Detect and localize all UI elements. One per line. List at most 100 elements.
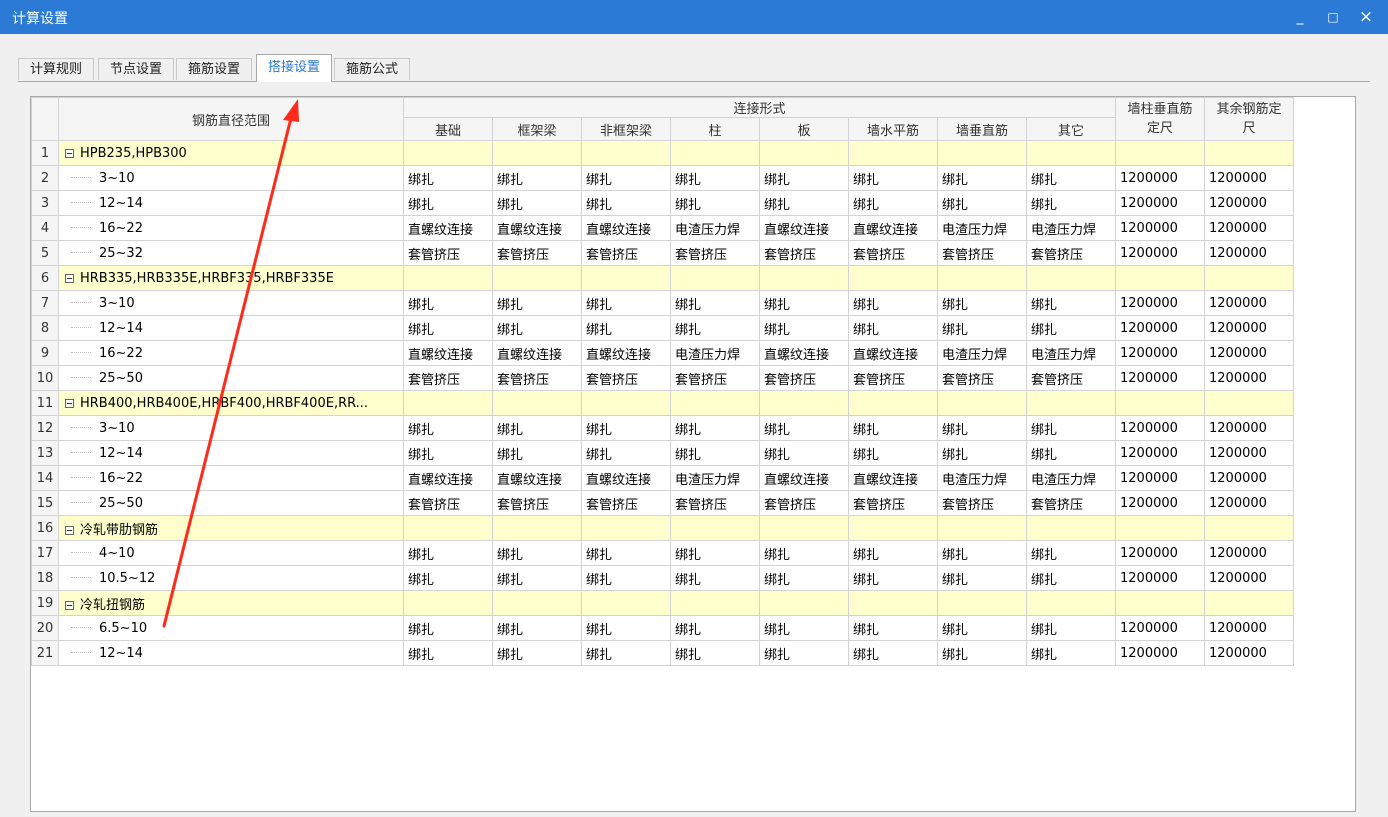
connection-cell[interactable] [1026, 140, 1116, 166]
connection-cell[interactable]: 绑扎 [492, 440, 582, 466]
length-cell[interactable]: 1200000 [1204, 490, 1294, 516]
length-cell[interactable]: 1200000 [1115, 240, 1205, 266]
connection-cell[interactable]: 套管挤压 [492, 240, 582, 266]
length-cell[interactable] [1115, 390, 1205, 416]
length-cell[interactable]: 1200000 [1115, 315, 1205, 341]
connection-cell[interactable]: 电渣压力焊 [670, 465, 760, 491]
connection-cell[interactable]: 直螺纹连接 [848, 465, 938, 491]
connection-cell[interactable]: 绑扎 [670, 540, 760, 566]
connection-cell[interactable]: 直螺纹连接 [403, 215, 493, 241]
connection-cell[interactable] [1026, 590, 1116, 616]
connection-cell[interactable]: 绑扎 [492, 415, 582, 441]
connection-cell[interactable] [759, 515, 849, 541]
length-cell[interactable]: 1200000 [1204, 165, 1294, 191]
collapse-icon[interactable] [65, 525, 74, 535]
connection-cell[interactable]: 绑扎 [1026, 290, 1116, 316]
connection-cell[interactable]: 绑扎 [759, 565, 849, 591]
collapse-icon[interactable] [65, 398, 74, 408]
row-label-cell[interactable]: 12~14 [58, 440, 404, 466]
connection-cell[interactable]: 套管挤压 [848, 490, 938, 516]
row-label-cell[interactable]: 3~10 [58, 290, 404, 316]
row-label-cell[interactable]: 12~14 [58, 315, 404, 341]
connection-cell[interactable]: 电渣压力焊 [937, 215, 1027, 241]
connection-cell[interactable]: 直螺纹连接 [492, 465, 582, 491]
connection-cell[interactable]: 绑扎 [403, 540, 493, 566]
connection-cell[interactable]: 直螺纹连接 [581, 465, 671, 491]
connection-cell[interactable]: 电渣压力焊 [670, 215, 760, 241]
connection-cell[interactable] [492, 140, 582, 166]
connection-cell[interactable]: 绑扎 [848, 540, 938, 566]
connection-cell[interactable]: 绑扎 [492, 190, 582, 216]
connection-cell[interactable]: 绑扎 [848, 315, 938, 341]
connection-cell[interactable] [670, 140, 760, 166]
connection-cell[interactable] [581, 140, 671, 166]
length-cell[interactable] [1204, 590, 1294, 616]
table-row[interactable]: 21 12~14 绑扎 绑扎 绑扎 绑扎 绑扎 绑扎 绑扎 绑扎 1200000 1200000 [31, 640, 1294, 666]
connection-cell[interactable] [581, 265, 671, 291]
length-cell[interactable]: 1200000 [1204, 340, 1294, 366]
connection-cell[interactable]: 套管挤压 [581, 240, 671, 266]
connection-cell[interactable]: 绑扎 [492, 615, 582, 641]
table-row[interactable]: 13 12~14 绑扎 绑扎 绑扎 绑扎 绑扎 绑扎 绑扎 绑扎 1200000 1200000 [31, 440, 1294, 466]
row-label-cell[interactable]: HPB235,HPB300 [58, 140, 404, 166]
connection-cell[interactable]: 绑扎 [1026, 540, 1116, 566]
connection-cell[interactable]: 绑扎 [848, 190, 938, 216]
connection-cell[interactable] [403, 140, 493, 166]
length-cell[interactable]: 1200000 [1115, 190, 1205, 216]
row-label-cell[interactable]: 16~22 [58, 215, 404, 241]
connection-cell[interactable] [937, 390, 1027, 416]
group-row[interactable]: 6 HRB335,HRB335E,HRBF335,HRBF335E [31, 265, 1294, 291]
connection-cell[interactable]: 绑扎 [670, 615, 760, 641]
connection-cell[interactable]: 绑扎 [581, 415, 671, 441]
length-cell[interactable] [1115, 265, 1205, 291]
connection-cell[interactable] [937, 140, 1027, 166]
connection-cell[interactable]: 绑扎 [492, 540, 582, 566]
connection-cell[interactable] [848, 590, 938, 616]
length-cell[interactable]: 1200000 [1115, 440, 1205, 466]
connection-cell[interactable]: 绑扎 [403, 290, 493, 316]
length-cell[interactable] [1204, 140, 1294, 166]
connection-cell[interactable]: 电渣压力焊 [937, 340, 1027, 366]
length-cell[interactable]: 1200000 [1115, 565, 1205, 591]
row-label-cell[interactable]: 16~22 [58, 340, 404, 366]
connection-cell[interactable]: 绑扎 [848, 165, 938, 191]
connection-cell[interactable]: 电渣压力焊 [670, 340, 760, 366]
connection-cell[interactable]: 绑扎 [937, 615, 1027, 641]
connection-cell[interactable]: 绑扎 [759, 165, 849, 191]
length-cell[interactable]: 1200000 [1204, 615, 1294, 641]
connection-cell[interactable] [848, 515, 938, 541]
table-row[interactable]: 15 25~50 套管挤压 套管挤压 套管挤压 套管挤压 套管挤压 套管挤压 套管挤压 套管挤压 1… [31, 490, 1294, 516]
length-cell[interactable]: 1200000 [1204, 290, 1294, 316]
connection-cell[interactable]: 电渣压力焊 [1026, 465, 1116, 491]
connection-cell[interactable]: 电渣压力焊 [937, 465, 1027, 491]
row-label-cell[interactable]: HRB400,HRB400E,HRBF400,HRBF400E,RR... [58, 390, 404, 416]
connection-cell[interactable] [759, 140, 849, 166]
connection-cell[interactable]: 直螺纹连接 [581, 340, 671, 366]
connection-cell[interactable] [759, 265, 849, 291]
connection-cell[interactable]: 套管挤压 [403, 365, 493, 391]
connection-cell[interactable] [492, 590, 582, 616]
length-cell[interactable] [1204, 515, 1294, 541]
connection-cell[interactable]: 直螺纹连接 [492, 215, 582, 241]
length-cell[interactable]: 1200000 [1204, 465, 1294, 491]
table-row[interactable]: 8 12~14 绑扎 绑扎 绑扎 绑扎 绑扎 绑扎 绑扎 绑扎 1200000 1200000 [31, 315, 1294, 341]
length-cell[interactable]: 1200000 [1204, 315, 1294, 341]
connection-cell[interactable]: 套管挤压 [492, 365, 582, 391]
connection-cell[interactable]: 绑扎 [581, 640, 671, 666]
connection-cell[interactable]: 绑扎 [759, 290, 849, 316]
maximize-button[interactable]: □ [1319, 4, 1347, 30]
tab-4[interactable]: 搭接设置 [256, 54, 332, 82]
connection-cell[interactable]: 绑扎 [403, 415, 493, 441]
connection-cell[interactable]: 绑扎 [937, 440, 1027, 466]
collapse-icon[interactable] [65, 148, 74, 158]
connection-cell[interactable]: 绑扎 [937, 640, 1027, 666]
connection-cell[interactable]: 直螺纹连接 [848, 340, 938, 366]
connection-cell[interactable]: 绑扎 [1026, 640, 1116, 666]
table-row[interactable]: 5 25~32 套管挤压 套管挤压 套管挤压 套管挤压 套管挤压 套管挤压 套管挤压 套管挤压 12… [31, 240, 1294, 266]
minimize-button[interactable]: _ [1286, 4, 1314, 30]
connection-cell[interactable]: 套管挤压 [670, 490, 760, 516]
length-cell[interactable]: 1200000 [1115, 290, 1205, 316]
connection-cell[interactable]: 套管挤压 [403, 240, 493, 266]
length-cell[interactable]: 1200000 [1115, 165, 1205, 191]
length-cell[interactable]: 1200000 [1115, 365, 1205, 391]
